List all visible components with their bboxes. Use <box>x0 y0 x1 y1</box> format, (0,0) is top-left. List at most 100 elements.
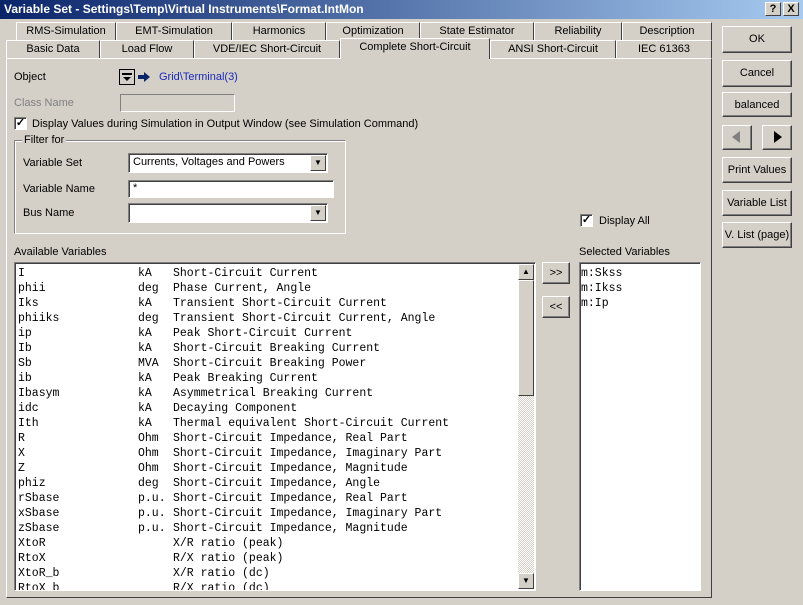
table-row[interactable]: XtoR_b X/R ratio (dc) <box>18 566 518 581</box>
list-item[interactable]: m:Ikss <box>581 281 622 296</box>
variable-unit-cell: p.u. <box>138 522 166 535</box>
tab-vde-iec-short-circuit[interactable]: VDE/IEC Short-Circuit <box>194 40 340 58</box>
tab-load-flow[interactable]: Load Flow <box>100 40 194 58</box>
variable-set-label: Variable Set <box>23 157 83 169</box>
tab-ansi-short-circuit[interactable]: ANSI Short-Circuit <box>490 40 616 58</box>
table-row[interactable]: Sb MVA Short-Circuit Breaking Power <box>18 356 518 371</box>
table-row[interactable]: phiz deg Short-Circuit Impedance, Angle <box>18 476 518 491</box>
table-row[interactable]: ip kA Peak Short-Circuit Current <box>18 326 518 341</box>
chevron-down-icon[interactable]: ▼ <box>310 155 326 171</box>
table-row[interactable]: idc kA Decaying Component <box>18 401 518 416</box>
object-select-icon[interactable] <box>119 69 135 85</box>
chevron-down-icon[interactable]: ▼ <box>310 205 326 221</box>
variable-unit-cell: kA <box>138 372 152 385</box>
display-all-label: Display All <box>599 215 650 227</box>
variable-name-cell: phiz <box>18 477 46 490</box>
variable-unit-cell: kA <box>138 267 152 280</box>
variable-unit-cell: deg <box>138 477 159 490</box>
variable-name-cell: Ibasym <box>18 387 60 400</box>
variable-description-cell: Peak Short-Circuit Current <box>173 327 353 340</box>
object-label: Object <box>14 71 46 83</box>
remove-variable-button[interactable]: << <box>542 296 570 318</box>
variable-name-cell: Z <box>18 462 25 475</box>
variable-description-cell: X/R ratio (peak) <box>173 537 284 550</box>
variable-description-cell: Transient Short-Circuit Current, Angle <box>173 312 436 325</box>
display-values-checkbox[interactable]: ✓ <box>14 117 27 130</box>
next-button[interactable] <box>762 125 792 150</box>
available-variables-list[interactable]: IkA Short-Circuit Current phii deg Phase Cur… <box>14 262 536 591</box>
cancel-button[interactable]: Cancel <box>722 60 792 87</box>
table-row[interactable]: rSbase p.u. Short-Circuit Impedance, Real … <box>18 491 518 506</box>
variable-description-cell: Short-Circuit Impedance, Magnitude <box>173 522 408 535</box>
table-row[interactable]: RtoX_b R/X ratio (dc) <box>18 581 518 591</box>
variable-description-cell: Short-Circuit Impedance, Magnitude <box>173 462 408 475</box>
tab-emt-simulation[interactable]: EMT-Simulation <box>116 22 232 40</box>
selected-variables-list[interactable]: m:Skss m:Ikss m:Ip <box>579 262 701 591</box>
variable-unit-cell: Ohm <box>138 432 159 445</box>
bus-name-dropdown[interactable]: ▼ <box>128 203 328 223</box>
v-list-page-button[interactable]: V. List (page) <box>722 222 792 248</box>
variable-unit-cell: kA <box>138 342 152 355</box>
tab-complete-short-circuit[interactable]: Complete Short-Circuit <box>340 38 490 59</box>
tab-basic-data[interactable]: Basic Data <box>6 40 100 58</box>
list-item[interactable]: m:Ip <box>581 296 622 311</box>
tab-rms-simulation[interactable]: RMS-Simulation <box>16 22 116 40</box>
title-bar: Variable Set - Settings\Temp\Virtual Ins… <box>0 0 803 19</box>
variable-description-cell: Short-Circuit Current <box>173 267 318 280</box>
balanced-label: balanced <box>734 99 780 111</box>
previous-button[interactable] <box>722 125 752 150</box>
variable-description-cell: Short-Circuit Impedance, Imaginary Part <box>173 507 443 520</box>
variable-description-cell: Thermal equivalent Short-Circuit Current <box>173 417 450 430</box>
display-values-label: Display Values during Simulation in Outp… <box>32 118 419 130</box>
print-values-button[interactable]: Print Values <box>722 157 792 183</box>
variable-name-cell: ib <box>18 372 32 385</box>
balanced-button[interactable]: balanced <box>722 92 792 117</box>
variable-unit-cell: deg <box>138 282 159 295</box>
tab-reliability[interactable]: Reliability <box>534 22 622 40</box>
help-button[interactable]: ? <box>765 2 781 16</box>
object-link[interactable]: Grid\Terminal(3) <box>159 71 238 83</box>
table-row[interactable]: phii deg Phase Current, Angle <box>18 281 518 296</box>
table-row[interactable]: IkA Short-Circuit Current <box>18 266 518 281</box>
scroll-up-icon[interactable]: ▲ <box>518 264 534 280</box>
table-row[interactable]: RtoX R/X ratio (peak) <box>18 551 518 566</box>
variable-name-label: Variable Name <box>23 183 95 195</box>
ok-button[interactable]: OK <box>722 26 792 53</box>
table-row[interactable]: XtoR X/R ratio (peak) <box>18 536 518 551</box>
table-row[interactable]: Z Ohm Short-Circuit Impedance, Magnitude <box>18 461 518 476</box>
class-name-label: Class Name <box>14 97 74 109</box>
table-row[interactable]: xSbase p.u. Short-Circuit Impedance, Imagi… <box>18 506 518 521</box>
list-item[interactable]: m:Skss <box>581 266 622 281</box>
tab-harmonics[interactable]: Harmonics <box>232 22 326 40</box>
display-all-checkbox[interactable]: ✓ <box>580 214 593 227</box>
variable-set-dropdown[interactable]: Currents, Voltages and Powers ▼ <box>128 153 328 173</box>
table-row[interactable]: X Ohm Short-Circuit Impedance, Imaginary P… <box>18 446 518 461</box>
add-variable-button[interactable]: >> <box>542 262 570 284</box>
table-row[interactable]: Ib kA Short-Circuit Breaking Current <box>18 341 518 356</box>
arrow-left-icon <box>732 131 740 143</box>
scroll-down-icon[interactable]: ▼ <box>518 573 534 589</box>
table-row[interactable]: ib kA Peak Breaking Current <box>18 371 518 386</box>
close-button[interactable]: X <box>783 2 799 16</box>
variable-name-cell: phiiks <box>18 312 60 325</box>
jump-arrow-icon[interactable] <box>137 70 153 84</box>
variable-description-cell: Transient Short-Circuit Current <box>173 297 387 310</box>
table-row[interactable]: Ibasym kA Asymmetrical Breaking Current <box>18 386 518 401</box>
variable-description-cell: R/X ratio (dc) <box>173 582 270 591</box>
variable-list-button[interactable]: Variable List <box>722 190 792 216</box>
tab-description[interactable]: Description <box>622 22 712 40</box>
variable-description-cell: Short-Circuit Impedance, Imaginary Part <box>173 447 443 460</box>
variable-set-value: Currents, Voltages and Powers <box>133 156 285 168</box>
variable-name-cell: X <box>18 447 25 460</box>
table-row[interactable]: Ith kA Thermal equivalent Short-Circuit Cu… <box>18 416 518 431</box>
variable-unit-cell: kA <box>138 297 152 310</box>
scroll-thumb[interactable] <box>518 280 534 396</box>
table-row[interactable]: phiiks deg Transient Short-Circuit Current… <box>18 311 518 326</box>
table-row[interactable]: R Ohm Short-Circuit Impedance, Real Part <box>18 431 518 446</box>
variable-name-cell: RtoX_b <box>18 582 60 591</box>
variable-name-input[interactable]: * <box>128 180 334 198</box>
variable-description-cell: R/X ratio (peak) <box>173 552 284 565</box>
tab-iec-61363[interactable]: IEC 61363 <box>616 40 712 58</box>
table-row[interactable]: zSbase p.u. Short-Circuit Impedance, Magni… <box>18 521 518 536</box>
table-row[interactable]: Iks kA Transient Short-Circuit Current <box>18 296 518 311</box>
